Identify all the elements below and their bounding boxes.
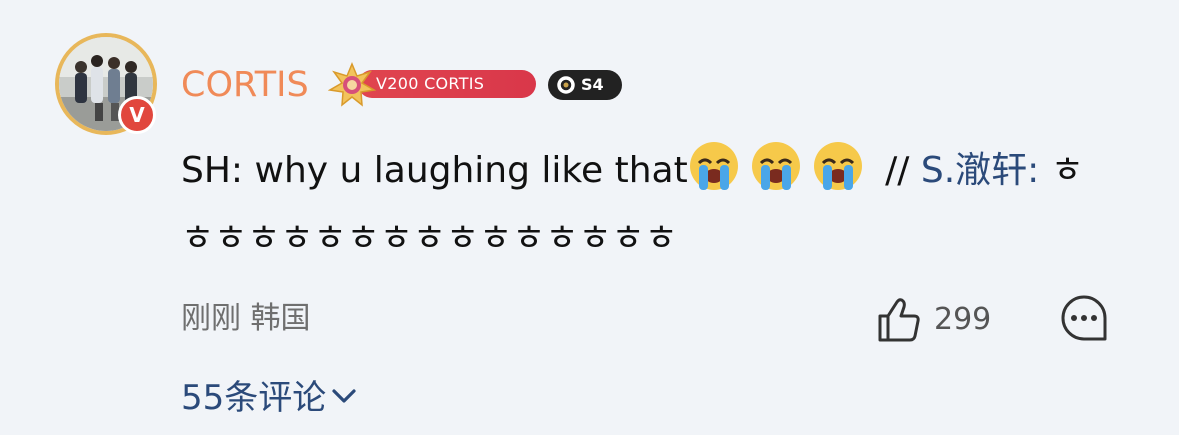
mention-colon: : bbox=[1027, 150, 1051, 191]
golden-star-medal-icon bbox=[327, 62, 377, 108]
reply-button[interactable] bbox=[1059, 294, 1109, 344]
like-button[interactable]: 299 bbox=[876, 294, 1006, 344]
season-badge[interactable]: S4 bbox=[548, 70, 622, 100]
comment-main-text: SH: why u laughing like that bbox=[181, 150, 688, 191]
chevron-down-icon bbox=[332, 389, 356, 403]
season-label: S4 bbox=[581, 75, 604, 94]
fan-level-badge[interactable]: V200 CORTIS bbox=[327, 62, 540, 108]
speech-bubble-icon bbox=[1061, 295, 1107, 341]
fan-level-label: V200 CORTIS bbox=[358, 70, 536, 98]
verified-v-badge: V bbox=[118, 96, 156, 134]
reply-text-line2: ㅎㅎㅎㅎㅎㅎㅎㅎㅎㅎㅎㅎㅎㅎㅎ bbox=[181, 218, 678, 259]
loudly-crying-face-emoji bbox=[688, 140, 740, 192]
loudly-crying-face-emoji bbox=[750, 140, 802, 192]
ring-icon bbox=[557, 76, 575, 94]
comment-text: SH: why u laughing like that // S.澈轩: ㅎㅎ… bbox=[181, 137, 1116, 273]
username[interactable]: CORTIS bbox=[181, 62, 309, 108]
loudly-crying-face-emoji bbox=[812, 140, 864, 192]
mention-link[interactable]: S.澈轩 bbox=[909, 150, 1027, 191]
repost-separator: // bbox=[873, 150, 910, 191]
reply-text-line1: ㅎ bbox=[1050, 150, 1084, 191]
avatar[interactable]: V bbox=[55, 33, 157, 135]
view-replies-link[interactable]: 55条评论 bbox=[181, 375, 358, 421]
comment-meta: 刚刚 韩国 bbox=[181, 301, 311, 336]
replies-count-label: 55条评论 bbox=[181, 378, 327, 418]
like-count: 299 bbox=[934, 302, 992, 337]
thumbs-up-icon bbox=[878, 298, 920, 342]
